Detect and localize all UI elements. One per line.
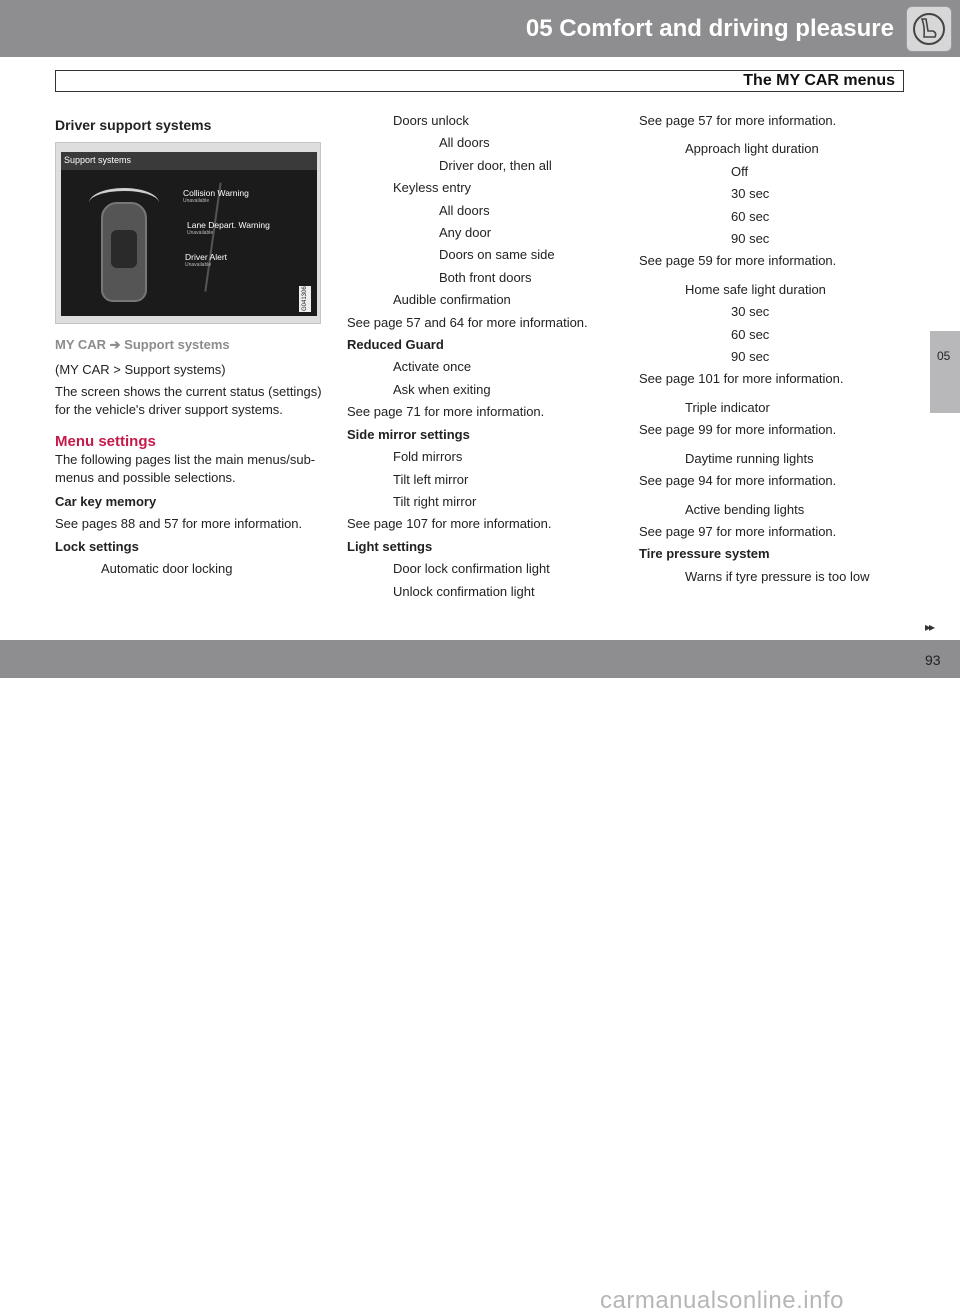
screen-header: Support systems xyxy=(61,152,317,171)
chapter-side-tab[interactable]: 05 xyxy=(930,331,960,413)
menu-option: 60 sec xyxy=(731,208,770,224)
footer-bar: carmanualsonline.info 93 xyxy=(0,640,960,1314)
page-reference: See page 71 for more information. xyxy=(347,404,545,420)
column-1: Driver support systems Support systems C… xyxy=(55,110,325,580)
support-systems-figure: Support systems Collision Warning Unavai… xyxy=(55,142,321,325)
menu-heading: Reduced Guard xyxy=(347,337,444,353)
screen-header-text: Support systems xyxy=(64,155,132,166)
menu-item: Active bending lights xyxy=(685,501,805,517)
menu-option: Both front doors xyxy=(439,269,532,285)
menu-heading: Tire pressure system xyxy=(639,546,770,562)
menu-item: Unlock confirmation light xyxy=(393,583,535,599)
feature-label: Collision Warning xyxy=(183,188,249,199)
next-page-arrows-icon[interactable]: ▸▸ xyxy=(925,620,935,634)
menu-item: Tilt left mirror xyxy=(393,471,469,487)
menu-option: All doors xyxy=(439,202,490,218)
page-reference: See page 57 and 64 for more information. xyxy=(347,314,588,330)
menu-item: Keyless entry xyxy=(393,180,472,196)
menu-item: Fold mirrors xyxy=(393,449,463,465)
page-reference: See page 107 for more information. xyxy=(347,516,552,532)
driver-support-heading: Driver support systems xyxy=(55,117,212,133)
lock-settings-heading: Lock settings xyxy=(55,538,139,554)
section-title: The MY CAR menus xyxy=(743,72,895,89)
feature-label: Driver Alert xyxy=(185,252,228,263)
menu-option: Driver door, then all xyxy=(439,157,552,173)
display-screen: Support systems Collision Warning Unavai… xyxy=(61,152,317,317)
seat-icon xyxy=(906,6,952,52)
menu-heading: Light settings xyxy=(347,538,433,554)
menu-item: Audible confirmation xyxy=(393,292,511,308)
car-roof xyxy=(111,230,137,269)
menu-heading: Side mirror settings xyxy=(347,426,470,442)
column-3: See page 57 for more information. Approa… xyxy=(639,110,909,588)
page-number: 93 xyxy=(925,652,941,668)
page-reference: See page 101 for more information. xyxy=(639,371,844,387)
car-key-heading: Car key memory xyxy=(55,493,157,509)
menu-option: 30 sec xyxy=(731,304,770,320)
menu-item: Approach light duration xyxy=(685,141,819,157)
feature-label: Lane Depart. Warning xyxy=(187,220,270,231)
feature-lane-departure: Lane Depart. Warning Unavailable xyxy=(187,220,270,236)
path-paren: (MY CAR > Support systems) xyxy=(55,361,226,377)
car-top-view-icon xyxy=(101,202,147,303)
menu-item: Triple indicator xyxy=(685,399,770,415)
menu-option: Off xyxy=(731,163,749,179)
chapter-side-tab-label: 05 xyxy=(937,349,951,363)
menu-option: Any door xyxy=(439,225,492,241)
menu-item: Door lock confirmation light xyxy=(393,561,550,577)
menu-option: 90 sec xyxy=(731,349,770,365)
menu-option: 60 sec xyxy=(731,326,770,342)
menu-item: Ask when exiting xyxy=(393,381,491,397)
page-reference: See page 59 for more information. xyxy=(639,253,837,269)
page-reference: See page 97 for more information. xyxy=(639,523,837,539)
menu-item: Warns if tyre pressure is too low xyxy=(685,568,870,584)
menu-option: 90 sec xyxy=(731,231,770,247)
page-reference: See page 57 for more information. xyxy=(639,113,837,128)
description: The screen shows the current status (set… xyxy=(55,383,322,417)
menu-option: Doors on same side xyxy=(439,247,555,263)
feature-collision-warning: Collision Warning Unavailable xyxy=(183,188,249,204)
feature-status: Unavailable xyxy=(187,230,214,237)
menu-item: Doors unlock xyxy=(393,113,469,128)
mycar-path: MY CAR ➔ Support systems xyxy=(55,337,230,353)
chapter-title: 05 Comfort and driving pleasure xyxy=(525,15,894,42)
feature-driver-alert: Driver Alert Unavailable xyxy=(185,252,227,268)
menu-settings-heading: Menu settings xyxy=(55,432,156,450)
menu-option: 30 sec xyxy=(731,186,770,202)
feature-status: Unavailable xyxy=(185,262,212,269)
page-reference: See page 94 for more information. xyxy=(639,473,837,489)
menu-item: Daytime running lights xyxy=(685,450,814,466)
menu-item: Home safe light duration xyxy=(685,281,826,297)
column-2: Doors unlock All doors Driver door, then… xyxy=(347,110,617,603)
chapter-header-bar: 05 Comfort and driving pleasure xyxy=(0,0,960,57)
car-key-ref: See pages 88 and 57 for more information… xyxy=(55,516,303,532)
menu-item: Tilt right mirror xyxy=(393,493,477,509)
auto-door-locking: Automatic door locking xyxy=(101,561,233,577)
watermark: carmanualsonline.info xyxy=(600,1287,844,1314)
figure-code: G041306 xyxy=(299,286,311,313)
menu-item: Activate once xyxy=(393,359,472,375)
section-title-box: The MY CAR menus xyxy=(55,70,904,92)
page-reference: See page 99 for more information. xyxy=(639,422,837,438)
menu-option: All doors xyxy=(439,135,490,151)
feature-status: Unavailable xyxy=(183,198,210,205)
menu-intro: The following pages list the main menus/… xyxy=(55,451,316,485)
